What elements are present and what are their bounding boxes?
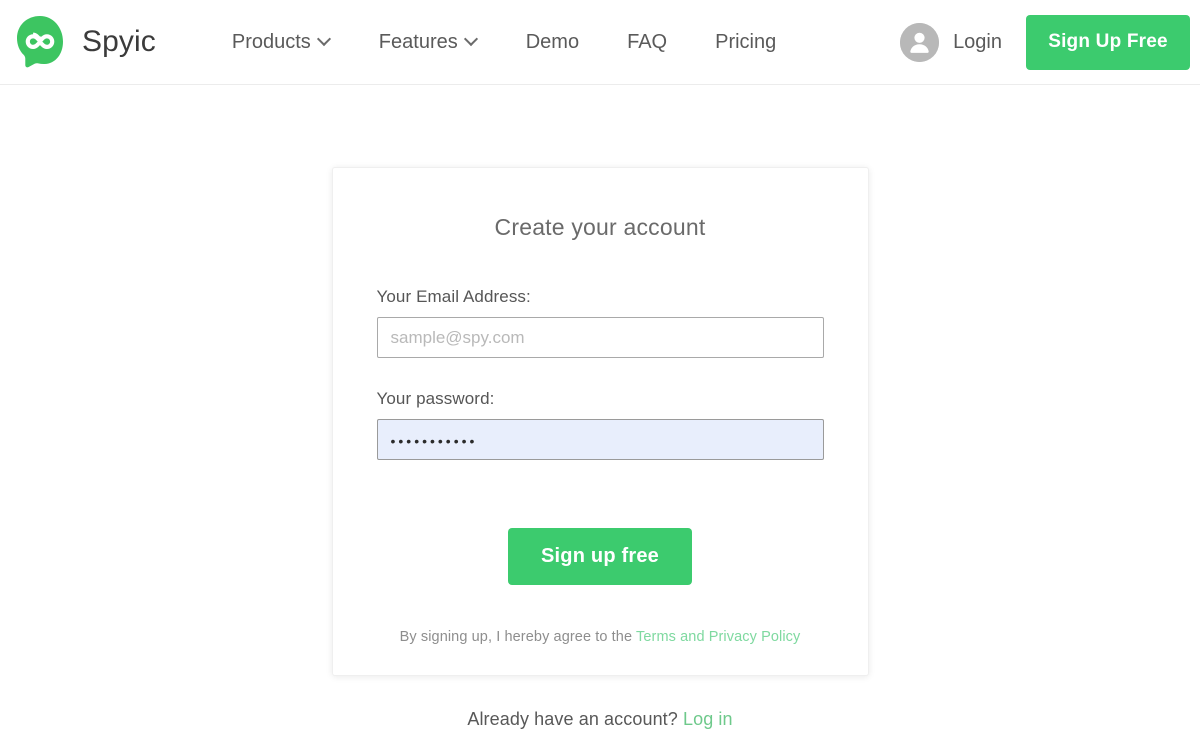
password-field-group: Your password: — [376, 389, 824, 460]
user-avatar-icon — [900, 22, 940, 62]
chevron-down-icon — [319, 34, 331, 46]
nav-item-products[interactable]: Products — [208, 23, 355, 62]
header-login-label: Login — [953, 30, 1002, 53]
password-field-label: Your password: — [376, 389, 495, 408]
page-main: Create your account Your Email Address: … — [0, 85, 1200, 741]
header-right-actions: Login Sign Up Free — [892, 14, 1190, 70]
brand-name: Spyic — [82, 25, 156, 58]
email-field-group: Your Email Address: — [376, 287, 824, 358]
email-input[interactable] — [376, 317, 824, 358]
nav-item-label: Pricing — [715, 30, 777, 53]
nav-item-label: FAQ — [627, 30, 668, 53]
chevron-down-icon — [466, 34, 478, 46]
main-nav: Products Features Demo FAQ Pricing — [208, 23, 800, 62]
login-link[interactable]: Log in — [683, 709, 733, 729]
nav-item-label: Products — [231, 30, 311, 53]
nav-item-features[interactable]: Features — [355, 23, 502, 62]
signup-free-button[interactable]: Sign up free — [508, 528, 692, 585]
password-input[interactable] — [376, 419, 824, 460]
signup-card: Create your account Your Email Address: … — [331, 167, 869, 676]
nav-item-label: Features — [378, 30, 458, 53]
nav-item-faq[interactable]: FAQ — [603, 23, 691, 62]
page-title: Create your account — [494, 214, 706, 240]
header-signup-button[interactable]: Sign Up Free — [1026, 14, 1190, 70]
header-login-link[interactable]: Login — [892, 17, 1026, 68]
nav-item-demo[interactable]: Demo — [502, 23, 603, 62]
infinity-logo-icon — [12, 14, 68, 70]
email-field-label: Your Email Address: — [376, 287, 531, 306]
login-prompt: Already have an account? Log in — [467, 709, 732, 730]
brand-logo-link[interactable]: Spyic — [12, 14, 156, 70]
terms-and-privacy-link[interactable]: Terms and Privacy Policy — [636, 629, 800, 645]
nav-item-pricing[interactable]: Pricing — [691, 23, 800, 62]
login-prompt-text: Already have an account? — [467, 709, 678, 729]
site-header: Spyic Products Features Demo FAQ Pricing — [0, 0, 1200, 85]
terms-agreement-text: By signing up, I hereby agree to the Ter… — [377, 629, 824, 645]
nav-item-label: Demo — [525, 30, 580, 53]
terms-static-text: By signing up, I hereby agree to the — [399, 629, 633, 645]
submit-row: Sign up free — [377, 528, 824, 585]
